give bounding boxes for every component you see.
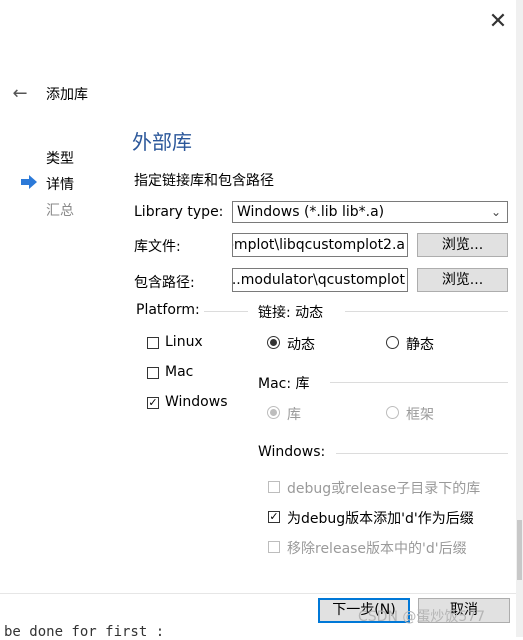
windows-group-divider — [336, 453, 508, 454]
remove-d-suffix-label: 移除release版本中的'd'后缀 — [287, 541, 467, 557]
mac-label: Mac — [165, 364, 194, 380]
platform-group-divider — [204, 311, 248, 312]
linkage-group-label: 链接: 动态 — [258, 305, 324, 321]
linux-checkbox[interactable] — [147, 337, 159, 349]
dynamic-label: 动态 — [287, 337, 315, 353]
windows-checkbox[interactable]: ✓ — [147, 397, 159, 409]
library-type-label: Library type: — [134, 204, 224, 220]
background-code-text: be done for first : — [4, 624, 165, 640]
scrollbar-thumb[interactable] — [517, 520, 522, 580]
library-file-browse-button[interactable]: 浏览... — [417, 233, 508, 257]
platform-group-label: Platform: — [136, 302, 200, 318]
mac-library-radio[interactable] — [267, 406, 280, 419]
include-path-label: 包含路径: — [134, 275, 195, 291]
remove-d-suffix-checkbox[interactable] — [268, 541, 280, 553]
nav-item-summary: 汇总 — [46, 203, 74, 219]
add-d-suffix-checkbox[interactable]: ✓ — [268, 511, 280, 523]
footer-divider — [0, 593, 523, 594]
windows-label: Windows — [165, 394, 228, 410]
debug-release-subdir-label: debug或release子目录下的库 — [287, 481, 481, 497]
window-title: 添加库 — [46, 87, 88, 103]
mac-framework-label: 框架 — [406, 407, 434, 423]
include-path-browse-button[interactable]: 浏览... — [417, 268, 508, 292]
mac-library-label: 库 — [287, 407, 301, 423]
linux-label: Linux — [165, 334, 203, 350]
library-file-label: 库文件: — [134, 239, 181, 255]
windows-group-label: Windows: — [258, 444, 326, 460]
dynamic-radio[interactable] — [267, 336, 280, 349]
static-radio[interactable] — [386, 336, 399, 349]
nav-item-details: 详情 — [46, 177, 74, 193]
static-label: 静态 — [406, 337, 434, 353]
mac-group-label: Mac: 库 — [258, 376, 310, 392]
linkage-group-divider — [345, 311, 508, 312]
section-title: 外部库 — [132, 130, 192, 154]
close-icon[interactable]: ✕ — [484, 8, 512, 36]
include-path-value: ...modulator\qcustomplot — [232, 272, 405, 288]
mac-framework-radio[interactable] — [386, 406, 399, 419]
mac-checkbox[interactable] — [147, 367, 159, 379]
add-d-suffix-label: 为debug版本添加'd'作为后缀 — [287, 511, 474, 527]
back-arrow-icon[interactable]: ← — [8, 82, 32, 106]
current-step-arrow-icon — [21, 175, 37, 189]
library-type-select[interactable]: Windows (*.lib lib*.a) ⌄ — [232, 201, 508, 223]
include-path-input[interactable]: ...modulator\qcustomplot — [232, 268, 408, 292]
library-type-value: Windows (*.lib lib*.a) — [237, 204, 385, 220]
mac-group-divider — [330, 382, 508, 383]
section-subtitle: 指定链接库和包含路径 — [134, 173, 274, 189]
debug-release-subdir-checkbox[interactable] — [268, 481, 280, 493]
library-file-value: ...modulator\qcustomplot\libqcustomplot2… — [233, 237, 405, 253]
nav-item-type: 类型 — [46, 151, 74, 167]
csdn-watermark: CSDN @蛋炒饭577 — [358, 609, 486, 625]
chevron-down-icon: ⌄ — [490, 205, 501, 219]
library-file-input[interactable]: ...modulator\qcustomplot\libqcustomplot2… — [232, 233, 408, 257]
